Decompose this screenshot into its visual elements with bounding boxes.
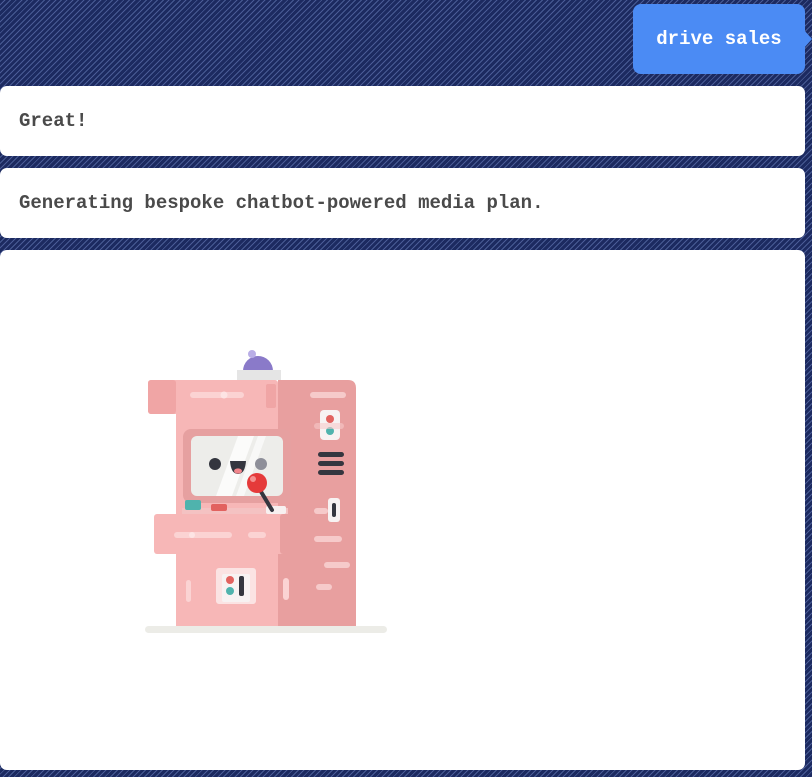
bot-message-text: Great! [19, 110, 88, 132]
bot-message-bubble: Generating bespoke chatbot-powered media… [0, 168, 805, 238]
bot-message-bubble: Great! [0, 86, 805, 156]
arcade-machine-icon [145, 350, 387, 633]
user-message-bubble: drive sales [633, 4, 812, 74]
bot-message-text: Generating bespoke chatbot-powered media… [19, 192, 544, 214]
bot-image-bubble [0, 250, 805, 770]
user-message-text: drive sales [656, 28, 782, 50]
